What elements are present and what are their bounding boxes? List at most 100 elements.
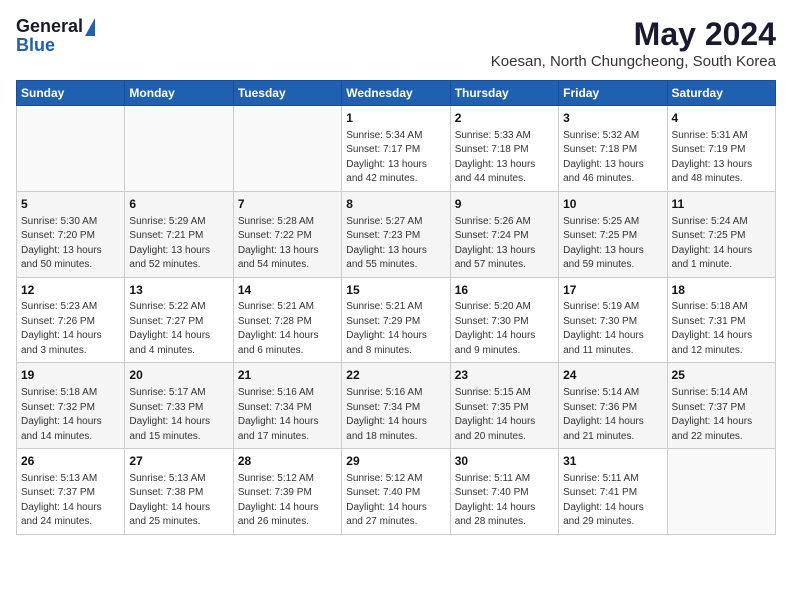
calendar-cell: 15Sunrise: 5:21 AMSunset: 7:29 PMDayligh…: [342, 277, 450, 363]
day-number: 24: [563, 367, 662, 384]
day-number: 13: [129, 282, 228, 299]
day-content: Sunrise: 5:20 AMSunset: 7:30 PMDaylight:…: [455, 300, 554, 358]
day-number: 22: [346, 367, 445, 384]
calendar-cell: 23 Sunrise: 5:15 AMSunset: 7:35 PMDayligh…: [450, 363, 558, 449]
day-content: Sunrise: 5:25 AMSunset: 7:25 PMDaylight:…: [563, 215, 662, 273]
day-number: 23: [455, 367, 554, 384]
day-content: Sunrise: 5:30 AMSunset: 7:20 PMDaylight:…: [21, 215, 120, 273]
calendar-cell: 26Sunrise: 5:13 AMSunset: 7:37 PMDayligh…: [17, 449, 125, 535]
day-number: 8: [346, 196, 445, 213]
weekday-header: Monday: [125, 81, 233, 106]
calendar-week-row: 26Sunrise: 5:13 AMSunset: 7:37 PMDayligh…: [17, 449, 776, 535]
calendar-cell: 16Sunrise: 5:20 AMSunset: 7:30 PMDayligh…: [450, 277, 558, 363]
day-content: Sunrise: 5:34 AMSunset: 7:17 PMDaylight:…: [346, 129, 445, 187]
calendar-cell: [17, 106, 125, 192]
logo-blue: Blue: [16, 35, 55, 56]
calendar-week-row: 19 Sunrise: 5:18 AMSunset: 7:32 PMDayligh…: [17, 363, 776, 449]
calendar-cell: 29 Sunrise: 5:12 AMSunset: 7:40 PMDayligh…: [342, 449, 450, 535]
day-number: 20: [129, 367, 228, 384]
day-number: 4: [672, 110, 771, 127]
day-number: 19: [21, 367, 120, 384]
day-content: Sunrise: 5:22 AMSunset: 7:27 PMDaylight:…: [129, 300, 228, 358]
calendar-cell: 1 Sunrise: 5:34 AMSunset: 7:17 PMDaylight…: [342, 106, 450, 192]
day-number: 25: [672, 367, 771, 384]
day-number: 2: [455, 110, 554, 127]
weekday-header: Saturday: [667, 81, 775, 106]
day-number: 28: [238, 453, 337, 470]
weekday-header: Wednesday: [342, 81, 450, 106]
day-content: Sunrise: 5:19 AMSunset: 7:30 PMDaylight:…: [563, 300, 662, 358]
day-number: 30: [455, 453, 554, 470]
weekday-header: Sunday: [17, 81, 125, 106]
weekday-header-row: SundayMondayTuesdayWednesdayThursdayFrid…: [17, 81, 776, 106]
day-number: 1: [346, 110, 445, 127]
day-number: 9: [455, 196, 554, 213]
calendar-cell: 24Sunrise: 5:14 AMSunset: 7:36 PMDayligh…: [559, 363, 667, 449]
day-content: Sunrise: 5:26 AMSunset: 7:24 PMDaylight:…: [455, 215, 554, 273]
day-number: 17: [563, 282, 662, 299]
day-content: Sunrise: 5:23 AMSunset: 7:26 PMDaylight:…: [21, 300, 120, 358]
logo-general: General: [16, 16, 83, 37]
day-number: 6: [129, 196, 228, 213]
calendar-cell: [125, 106, 233, 192]
calendar-cell: 25 Sunrise: 5:14 AMSunset: 7:37 PMDayligh…: [667, 363, 775, 449]
logo-triangle: [85, 18, 95, 36]
calendar-cell: 30Sunrise: 5:11 AMSunset: 7:40 PMDayligh…: [450, 449, 558, 535]
calendar-cell: 8 Sunrise: 5:27 AMSunset: 7:23 PMDaylight…: [342, 191, 450, 277]
day-content: Sunrise: 5:33 AMSunset: 7:18 PMDaylight:…: [455, 129, 554, 187]
day-number: 29: [346, 453, 445, 470]
calendar-cell: 6 Sunrise: 5:29 AMSunset: 7:21 PMDaylight…: [125, 191, 233, 277]
calendar-cell: 7 Sunrise: 5:28 AMSunset: 7:22 PMDaylight…: [233, 191, 341, 277]
day-content: Sunrise: 5:31 AMSunset: 7:19 PMDaylight:…: [672, 129, 771, 187]
calendar-cell: 18Sunrise: 5:18 AMSunset: 7:31 PMDayligh…: [667, 277, 775, 363]
day-number: 18: [672, 282, 771, 299]
day-content: Sunrise: 5:14 AMSunset: 7:37 PMDaylight:…: [672, 386, 771, 444]
calendar-cell: 20Sunrise: 5:17 AMSunset: 7:33 PMDayligh…: [125, 363, 233, 449]
calendar-cell: 4 Sunrise: 5:31 AMSunset: 7:19 PMDaylight…: [667, 106, 775, 192]
day-content: Sunrise: 5:11 AMSunset: 7:41 PMDaylight:…: [563, 472, 662, 530]
calendar-cell: 31Sunrise: 5:11 AMSunset: 7:41 PMDayligh…: [559, 449, 667, 535]
day-content: Sunrise: 5:21 AMSunset: 7:29 PMDaylight:…: [346, 300, 445, 358]
day-content: Sunrise: 5:18 AMSunset: 7:31 PMDaylight:…: [672, 300, 771, 358]
calendar-cell: 12Sunrise: 5:23 AMSunset: 7:26 PMDayligh…: [17, 277, 125, 363]
day-number: 26: [21, 453, 120, 470]
location-title: Koesan, North Chungcheong, South Korea: [491, 53, 776, 70]
calendar-cell: 14Sunrise: 5:21 AMSunset: 7:28 PMDayligh…: [233, 277, 341, 363]
day-content: Sunrise: 5:15 AMSunset: 7:35 PMDaylight:…: [455, 386, 554, 444]
day-content: Sunrise: 5:32 AMSunset: 7:18 PMDaylight:…: [563, 129, 662, 187]
page-header: General Blue May 2024 Koesan, North Chun…: [16, 16, 776, 70]
day-content: Sunrise: 5:24 AMSunset: 7:25 PMDaylight:…: [672, 215, 771, 273]
day-content: Sunrise: 5:28 AMSunset: 7:22 PMDaylight:…: [238, 215, 337, 273]
weekday-header: Friday: [559, 81, 667, 106]
day-content: Sunrise: 5:12 AMSunset: 7:40 PMDaylight:…: [346, 472, 445, 530]
day-content: Sunrise: 5:29 AMSunset: 7:21 PMDaylight:…: [129, 215, 228, 273]
calendar-week-row: 1 Sunrise: 5:34 AMSunset: 7:17 PMDaylight…: [17, 106, 776, 192]
calendar-cell: [233, 106, 341, 192]
calendar-cell: 11 Sunrise: 5:24 AMSunset: 7:25 PMDayligh…: [667, 191, 775, 277]
calendar-week-row: 12Sunrise: 5:23 AMSunset: 7:26 PMDayligh…: [17, 277, 776, 363]
day-number: 11: [672, 196, 771, 213]
calendar-cell: 3Sunrise: 5:32 AMSunset: 7:18 PMDaylight…: [559, 106, 667, 192]
calendar-table: SundayMondayTuesdayWednesdayThursdayFrid…: [16, 80, 776, 535]
month-title: May 2024: [491, 16, 776, 53]
calendar-cell: 19 Sunrise: 5:18 AMSunset: 7:32 PMDayligh…: [17, 363, 125, 449]
day-number: 10: [563, 196, 662, 213]
calendar-cell: 21 Sunrise: 5:16 AMSunset: 7:34 PMDayligh…: [233, 363, 341, 449]
day-content: Sunrise: 5:16 AMSunset: 7:34 PMDaylight:…: [238, 386, 337, 444]
day-content: Sunrise: 5:13 AMSunset: 7:38 PMDaylight:…: [129, 472, 228, 530]
day-number: 15: [346, 282, 445, 299]
day-number: 12: [21, 282, 120, 299]
day-number: 16: [455, 282, 554, 299]
day-number: 21: [238, 367, 337, 384]
logo: General Blue: [16, 16, 95, 56]
day-number: 14: [238, 282, 337, 299]
day-content: Sunrise: 5:27 AMSunset: 7:23 PMDaylight:…: [346, 215, 445, 273]
day-number: 7: [238, 196, 337, 213]
day-content: Sunrise: 5:18 AMSunset: 7:32 PMDaylight:…: [21, 386, 120, 444]
calendar-cell: 9 Sunrise: 5:26 AMSunset: 7:24 PMDaylight…: [450, 191, 558, 277]
title-section: May 2024 Koesan, North Chungcheong, Sout…: [491, 16, 776, 70]
weekday-header: Tuesday: [233, 81, 341, 106]
calendar-cell: 5Sunrise: 5:30 AMSunset: 7:20 PMDaylight…: [17, 191, 125, 277]
calendar-cell: 28Sunrise: 5:12 AMSunset: 7:39 PMDayligh…: [233, 449, 341, 535]
calendar-cell: 10 Sunrise: 5:25 AMSunset: 7:25 PMDayligh…: [559, 191, 667, 277]
